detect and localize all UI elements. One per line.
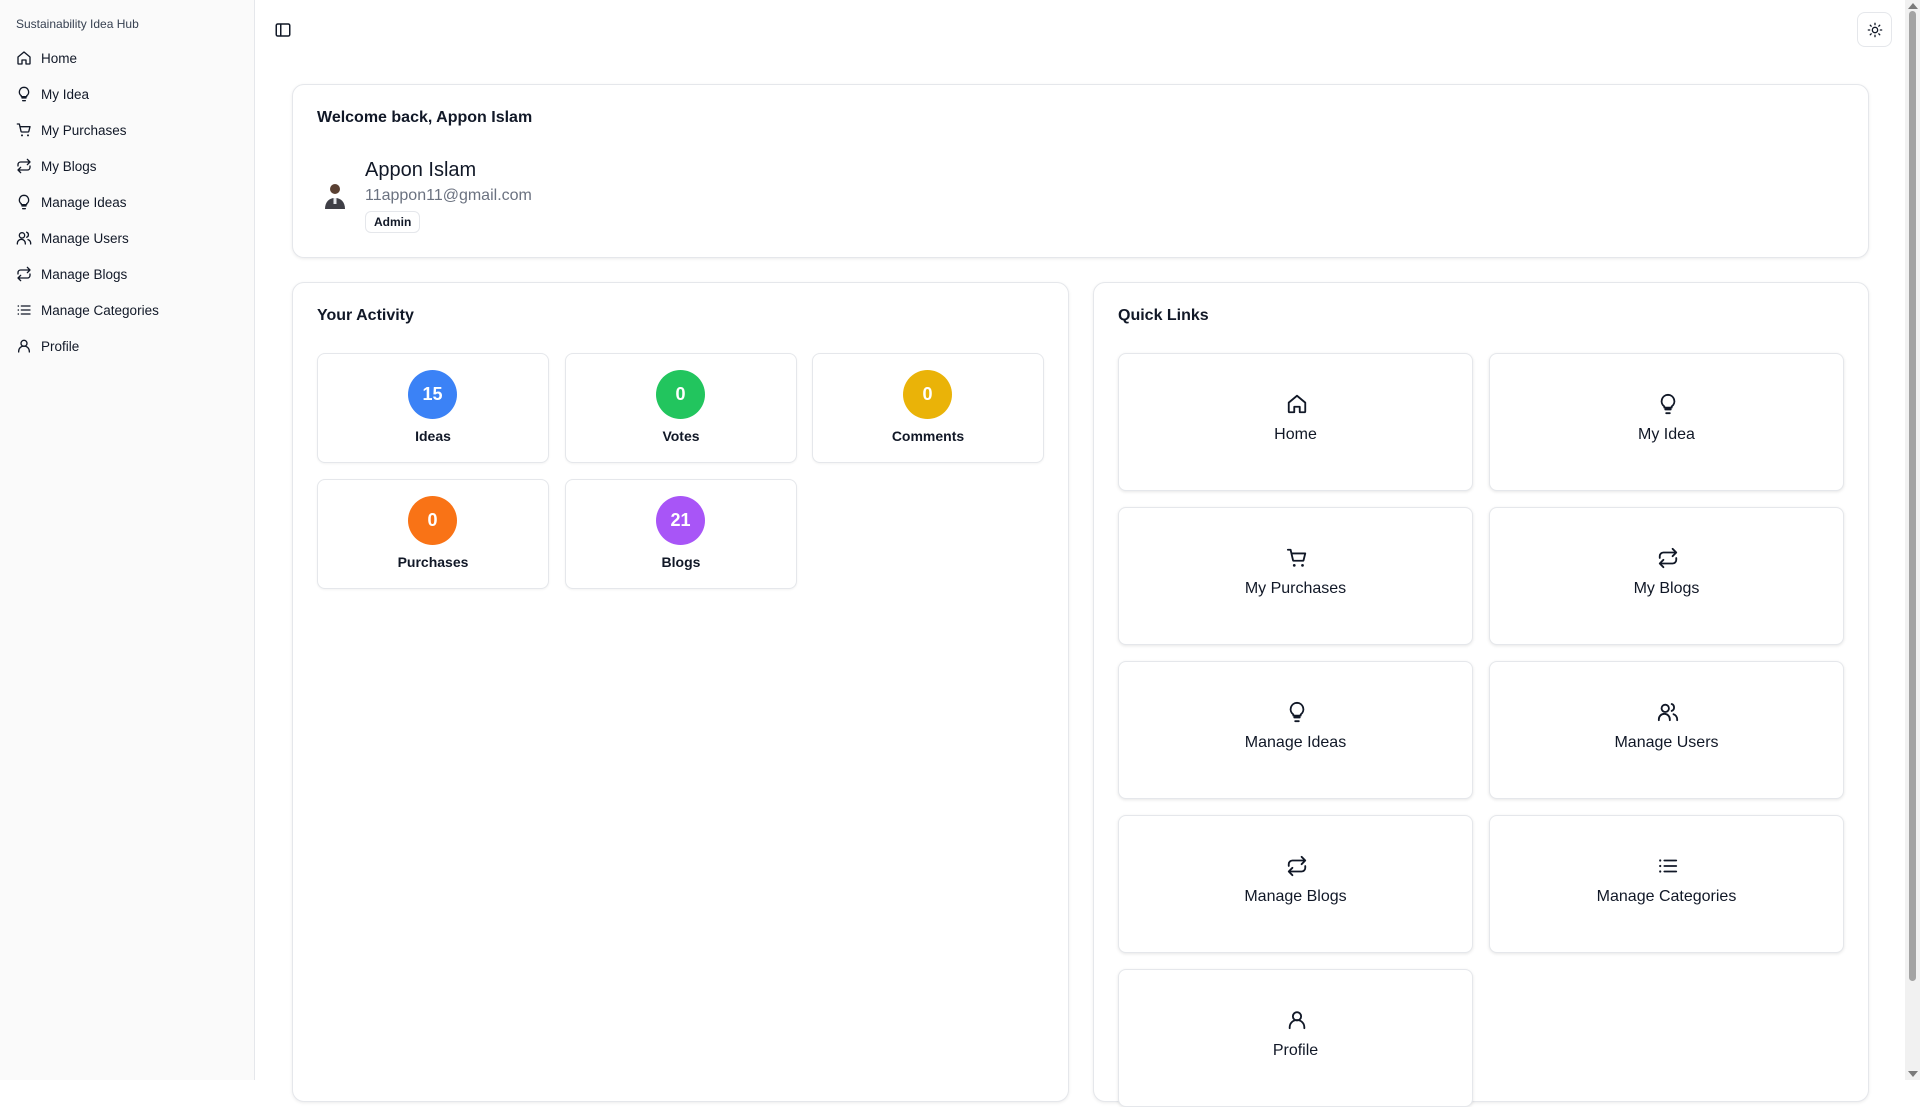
list-icon [16, 302, 32, 318]
sidebar-item-manage-users[interactable]: Manage Users [0, 220, 254, 256]
users-icon [1657, 701, 1679, 723]
quick-links-title: Quick Links [1118, 307, 1209, 324]
avatar [320, 179, 350, 209]
quick-link-manage-ideas[interactable]: Manage Ideas [1118, 661, 1473, 799]
user-name: Appon Islam [365, 159, 477, 181]
quick-link-my-blogs[interactable]: My Blogs [1489, 507, 1844, 645]
quick-link-label: Home [1274, 426, 1317, 443]
repeat-icon [16, 266, 32, 282]
lightbulb-icon [1657, 393, 1679, 415]
welcome-card: Welcome back, Appon Islam Appon Islam 11… [292, 84, 1869, 258]
sidebar-toggle-button[interactable] [274, 21, 292, 39]
app-title: Sustainability Idea Hub [16, 17, 139, 31]
sun-icon [1867, 22, 1882, 37]
user-email: 11appon11@gmail.com [365, 187, 532, 204]
stat-blogs: 21 Blogs [565, 479, 797, 589]
stat-ideas: 15 Ideas [317, 353, 549, 463]
home-icon [16, 50, 32, 66]
quick-link-label: My Purchases [1244, 580, 1347, 597]
repeat-icon [1286, 855, 1308, 877]
stat-value: 0 [408, 496, 457, 545]
repeat-icon [1657, 547, 1679, 569]
lightbulb-icon [1286, 701, 1308, 723]
sidebar-item-my-blogs[interactable]: My Blogs [0, 148, 254, 184]
sidebar-nav: Home My Idea My Purchases My Blogs Manag… [0, 40, 254, 364]
cart-icon [16, 122, 32, 138]
quick-links-card: Quick Links Home My Idea My Purchases My… [1093, 282, 1869, 1107]
user-icon [16, 338, 32, 354]
sidebar-item-label: Manage Categories [41, 302, 159, 318]
scroll-up-arrow-icon[interactable] [1908, 3, 1918, 9]
home-icon [1286, 393, 1308, 415]
stat-value: 0 [903, 370, 952, 419]
welcome-title: Welcome back, Appon Islam [317, 109, 533, 126]
stat-label: Comments [891, 428, 965, 444]
quick-link-my-purchases[interactable]: My Purchases [1118, 507, 1473, 645]
sidebar-item-my-idea[interactable]: My Idea [0, 76, 254, 112]
stat-votes: 0 Votes [565, 353, 797, 463]
sidebar-item-manage-categories[interactable]: Manage Categories [0, 292, 254, 328]
stat-label: Purchases [397, 554, 469, 570]
page-scrollbar[interactable] [1905, 0, 1920, 1080]
sidebar-item-label: My Purchases [41, 122, 127, 138]
quick-link-home[interactable]: Home [1118, 353, 1473, 491]
sidebar-item-label: Home [41, 50, 78, 66]
sidebar-item-manage-blogs[interactable]: Manage Blogs [0, 256, 254, 292]
scrollbar-thumb[interactable] [1909, 11, 1916, 981]
sidebar-item-label: Manage Ideas [41, 194, 127, 210]
quick-link-label: My Blogs [1633, 580, 1700, 597]
activity-card: Your Activity 15 Ideas 0 Votes 0 Comment… [292, 282, 1069, 1102]
quick-link-label: My Idea [1638, 426, 1695, 443]
quick-link-manage-blogs[interactable]: Manage Blogs [1118, 815, 1473, 953]
stat-value: 21 [656, 496, 705, 545]
stat-value: 0 [656, 370, 705, 419]
stat-value: 15 [408, 370, 457, 419]
stat-label: Ideas [415, 428, 451, 444]
quick-link-label: Manage Blogs [1244, 888, 1347, 905]
sidebar-item-manage-ideas[interactable]: Manage Ideas [0, 184, 254, 220]
role-badge: Admin [365, 211, 421, 233]
sidebar-item-profile[interactable]: Profile [0, 328, 254, 364]
repeat-icon [16, 158, 32, 174]
sidebar: Sustainability Idea Hub Home My Idea My … [0, 0, 255, 1080]
users-icon [16, 230, 32, 246]
sidebar-item-label: Manage Blogs [41, 266, 128, 282]
cart-icon [1286, 547, 1308, 569]
quick-link-my-idea[interactable]: My Idea [1489, 353, 1844, 491]
stat-comments: 0 Comments [812, 353, 1044, 463]
sidebar-item-label: Manage Users [41, 230, 129, 246]
sidebar-item-my-purchases[interactable]: My Purchases [0, 112, 254, 148]
quick-link-manage-categories[interactable]: Manage Categories [1489, 815, 1844, 953]
sidebar-toggle-icon [275, 23, 291, 37]
stat-purchases: 0 Purchases [317, 479, 549, 589]
theme-toggle-button[interactable] [1857, 12, 1892, 47]
quick-link-label: Manage Categories [1596, 888, 1737, 905]
quick-link-profile[interactable]: Profile [1118, 969, 1473, 1107]
quick-link-label: Profile [1272, 1042, 1319, 1059]
quick-link-label: Manage Users [1614, 734, 1719, 751]
sidebar-item-home[interactable]: Home [0, 40, 254, 76]
stat-label: Blogs [661, 554, 701, 570]
stat-label: Votes [662, 428, 700, 444]
sidebar-item-label: My Idea [41, 86, 90, 102]
lightbulb-icon [16, 194, 32, 210]
quick-link-label: Manage Ideas [1244, 734, 1347, 751]
sidebar-item-label: My Blogs [41, 158, 97, 174]
scroll-down-arrow-icon[interactable] [1908, 1071, 1918, 1077]
activity-title: Your Activity [317, 307, 414, 324]
sidebar-item-label: Profile [41, 338, 80, 354]
quick-link-manage-users[interactable]: Manage Users [1489, 661, 1844, 799]
list-icon [1657, 855, 1679, 877]
lightbulb-icon [16, 86, 32, 102]
user-icon [1286, 1009, 1308, 1031]
